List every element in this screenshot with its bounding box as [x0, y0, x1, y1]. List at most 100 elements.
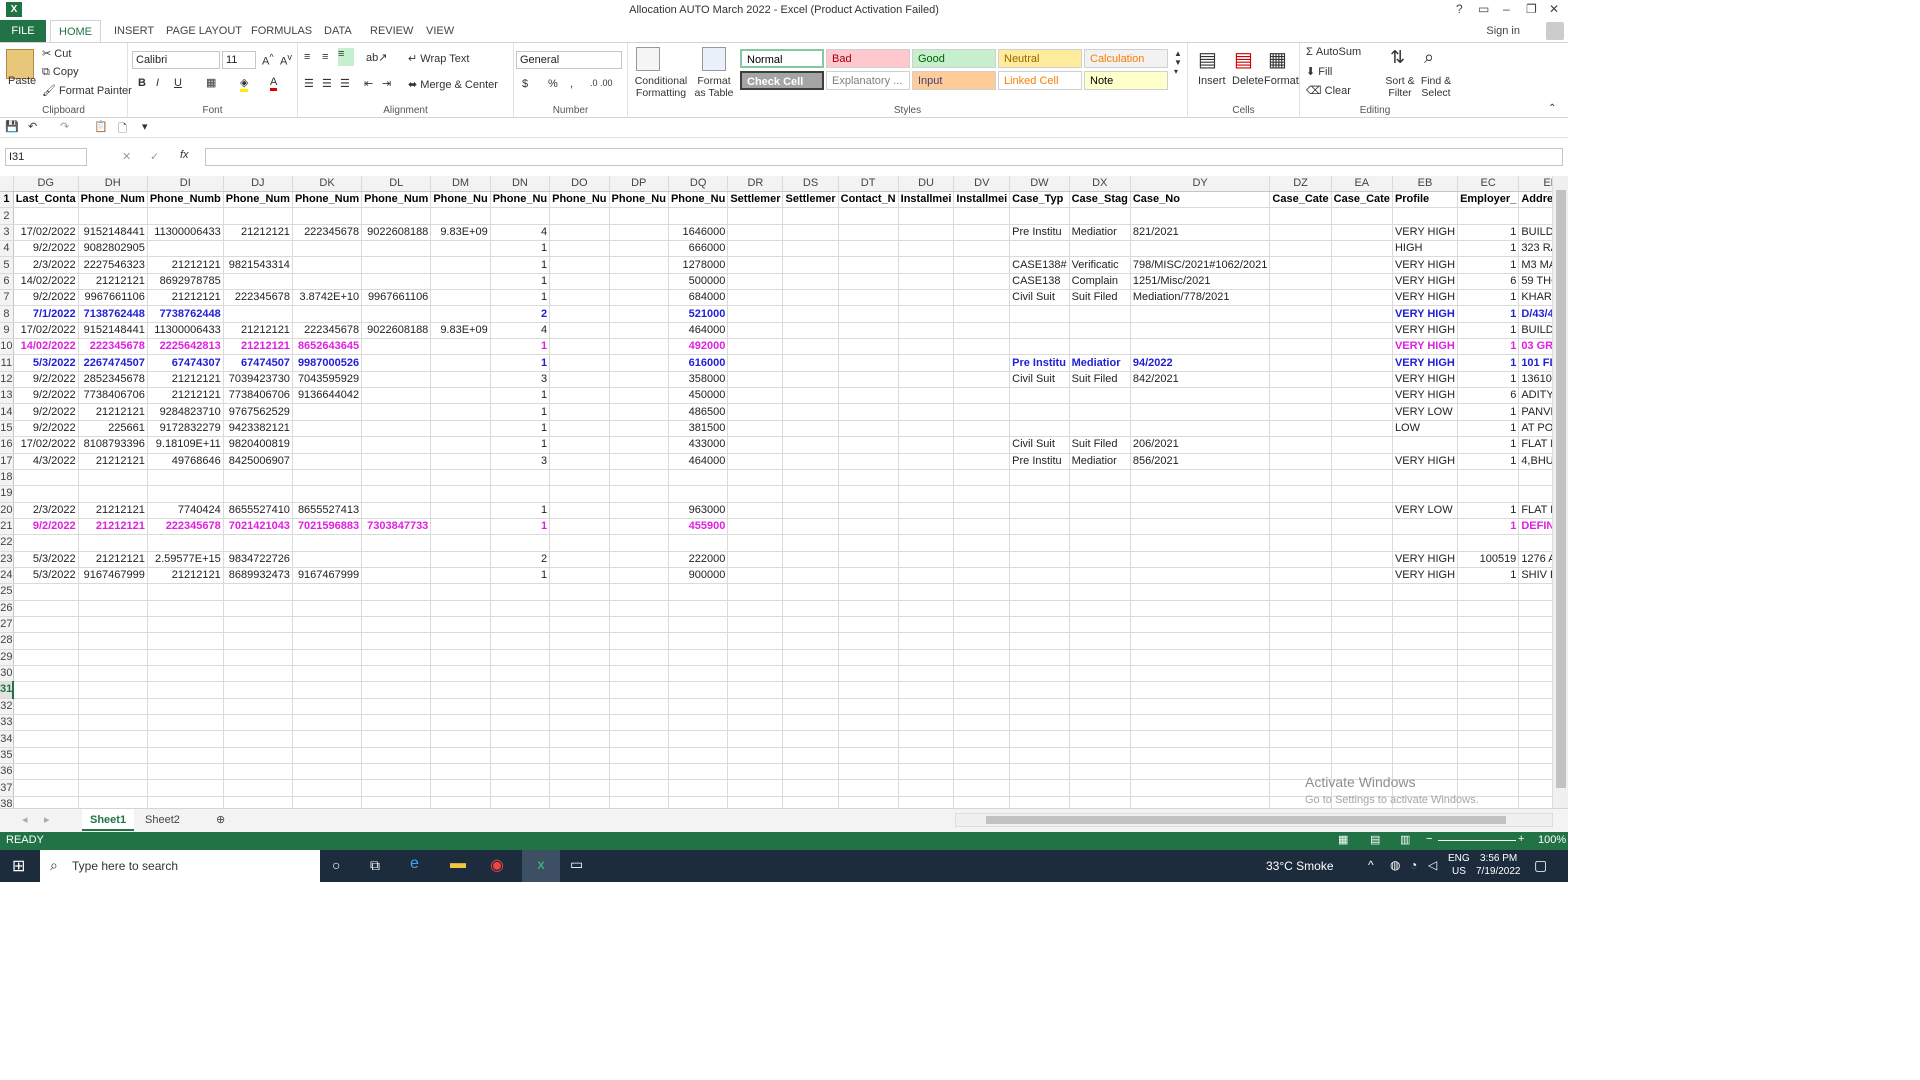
cell[interactable] [1009, 420, 1070, 438]
user-avatar-icon[interactable] [1546, 22, 1564, 40]
cell[interactable]: Address_1 [1518, 191, 1552, 209]
cell[interactable]: 9172832279 [147, 420, 224, 438]
cell[interactable] [838, 371, 899, 389]
cell[interactable] [1069, 485, 1131, 503]
cell[interactable]: FLAT NO 3 [1518, 436, 1552, 454]
cell[interactable] [782, 567, 839, 585]
cell[interactable] [838, 453, 899, 470]
cell[interactable] [430, 453, 491, 470]
cell[interactable] [1269, 534, 1332, 552]
cell[interactable] [1269, 403, 1332, 421]
cell[interactable] [838, 273, 899, 291]
cell[interactable]: VERY HIGH [1392, 387, 1459, 405]
cell[interactable]: 666000 [668, 240, 729, 258]
cell[interactable] [898, 387, 955, 405]
cell[interactable] [490, 681, 551, 699]
cell[interactable] [147, 763, 224, 781]
cell[interactable] [361, 453, 432, 470]
cell[interactable] [1518, 763, 1552, 781]
cell[interactable]: VERY LOW [1392, 502, 1459, 519]
cell[interactable] [838, 714, 899, 732]
cell[interactable] [898, 698, 955, 716]
cell[interactable] [898, 207, 955, 225]
cell[interactable] [1269, 305, 1332, 323]
cell[interactable] [609, 322, 669, 340]
cell[interactable]: DEFINITIO [1518, 518, 1552, 536]
cell[interactable]: 21212121 [147, 289, 224, 307]
sort-filter-icon[interactable]: ⇅ [1390, 47, 1405, 68]
cell[interactable] [953, 632, 1011, 650]
cell-style-linked-cell[interactable]: Linked Cell [998, 71, 1082, 90]
cell[interactable] [490, 207, 551, 225]
cell[interactable]: 842/2021 [1130, 371, 1271, 389]
cell[interactable]: Civil Suit [1009, 436, 1070, 454]
cell[interactable] [953, 714, 1011, 732]
cell[interactable] [1069, 698, 1131, 716]
cell[interactable] [430, 502, 491, 519]
column-header-dl[interactable]: DL [361, 176, 432, 192]
cell[interactable] [727, 747, 784, 765]
cell[interactable]: CASE138 [1009, 273, 1070, 291]
cut-button[interactable]: ✂ Cut [42, 47, 71, 60]
cell[interactable] [1331, 649, 1393, 666]
cell[interactable] [782, 420, 839, 438]
cell[interactable] [609, 273, 669, 291]
cell[interactable] [1130, 730, 1271, 748]
cell[interactable] [147, 796, 224, 808]
find-select-button[interactable]: Find & Select [1418, 75, 1454, 99]
cell[interactable] [430, 207, 491, 225]
cell[interactable] [782, 665, 839, 683]
cell[interactable] [549, 698, 610, 716]
cell[interactable]: Phone_Nu [668, 191, 729, 209]
row-header[interactable]: 29 [0, 649, 14, 666]
cell[interactable] [1518, 616, 1552, 634]
cell[interactable]: 9.83E+09 [430, 224, 491, 242]
cell[interactable] [1009, 730, 1070, 748]
cell[interactable] [953, 502, 1011, 519]
cell[interactable] [490, 616, 551, 634]
cell[interactable] [609, 649, 669, 666]
wifi-icon[interactable]: ◔ [1410, 858, 1417, 872]
cell[interactable]: 7021596883 [292, 518, 363, 536]
cell[interactable] [1130, 616, 1271, 634]
cell[interactable]: 2/3/2022 [13, 502, 79, 519]
cancel-formula-icon[interactable]: ✕ [122, 150, 131, 163]
cell[interactable] [1269, 289, 1332, 307]
cell[interactable]: Suit Filed [1069, 436, 1131, 454]
cell[interactable] [898, 485, 955, 503]
cell[interactable]: 136105 B S [1518, 371, 1552, 389]
cell[interactable] [1269, 649, 1332, 666]
cell[interactable] [361, 681, 432, 699]
cell[interactable] [361, 502, 432, 519]
row-header[interactable]: 16 [0, 436, 14, 454]
cell[interactable]: 21212121 [147, 256, 224, 274]
cell[interactable] [430, 354, 491, 372]
cell[interactable] [898, 551, 955, 568]
cell[interactable] [609, 420, 669, 438]
cell[interactable] [78, 763, 148, 781]
cell[interactable]: Phone_Num [361, 191, 432, 209]
column-header-dh[interactable]: DH [78, 176, 148, 192]
cell[interactable] [1392, 665, 1459, 683]
cell[interactable] [1518, 681, 1552, 699]
cell[interactable] [78, 583, 148, 601]
cell[interactable] [549, 551, 610, 568]
cell[interactable] [1269, 453, 1332, 470]
cell[interactable] [1331, 583, 1393, 601]
cell[interactable] [1392, 534, 1459, 552]
cell[interactable]: PANVEL P [1518, 403, 1552, 421]
language-region[interactable]: US [1452, 866, 1466, 877]
cell[interactable] [1518, 534, 1552, 552]
row-header[interactable]: 35 [0, 747, 14, 765]
cell[interactable] [292, 747, 363, 765]
cell[interactable]: 9821543314 [223, 256, 293, 274]
cell[interactable] [609, 534, 669, 552]
cell[interactable] [147, 681, 224, 699]
cell[interactable] [549, 224, 610, 242]
cell[interactable]: 2/3/2022 [13, 256, 79, 274]
cell[interactable]: Civil Suit [1009, 289, 1070, 307]
cell[interactable] [78, 796, 148, 808]
cell[interactable] [1009, 796, 1070, 808]
cell[interactable] [223, 583, 293, 601]
cell[interactable] [727, 224, 784, 242]
